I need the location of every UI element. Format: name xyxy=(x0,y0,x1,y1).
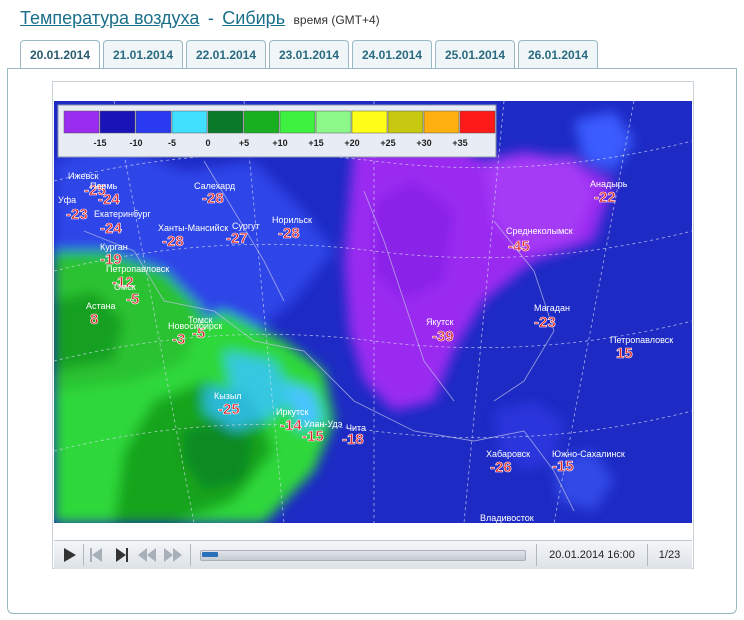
city-name: Анадырь xyxy=(590,179,628,189)
legend-swatch xyxy=(135,110,172,134)
legend-label: +25 xyxy=(380,138,395,148)
temperature-map: -15 -10 -5 0 +5 +10 +15 +20 +25 +30 +35 Ижевск -25… xyxy=(54,101,692,523)
tab-date[interactable]: 26.01.2014 xyxy=(518,40,598,68)
city-temperature: -26 xyxy=(490,459,512,476)
city-temperature: -28 xyxy=(278,225,300,242)
city-temperature: -15 xyxy=(552,458,574,475)
city-name: Петропавловск xyxy=(610,335,673,345)
legend-label: +20 xyxy=(344,138,359,148)
progress-fill xyxy=(202,552,218,557)
region-link[interactable]: Сибирь xyxy=(222,8,285,28)
city-temperature: 8 xyxy=(90,311,98,328)
frame-counter: 1/23 xyxy=(658,549,681,561)
city-temperature: -23 xyxy=(66,206,88,223)
city-name: Якутск xyxy=(426,317,454,327)
legend-swatch xyxy=(387,110,424,134)
city-name: Новосибирск xyxy=(168,321,222,331)
play-icon[interactable] xyxy=(58,545,80,565)
city-name: Магадан xyxy=(534,303,570,313)
legend-swatch xyxy=(243,110,280,134)
legend-swatch xyxy=(423,110,460,134)
legend-label: +30 xyxy=(416,138,431,148)
city-temperature: -23 xyxy=(534,314,556,331)
title-link[interactable]: Температура воздуха xyxy=(20,8,199,28)
city-name: Кызыл xyxy=(214,391,242,401)
legend-swatch xyxy=(63,110,100,134)
city-temperature: -24 xyxy=(100,220,122,237)
legend-label: +10 xyxy=(272,138,287,148)
current-datetime: 20.01.2014 16:00 xyxy=(549,549,635,561)
city-temperature: 15 xyxy=(616,345,633,362)
legend-swatch xyxy=(315,110,352,134)
legend-swatch xyxy=(99,110,136,134)
city-name: Ижевск xyxy=(68,171,99,181)
city-temperature: -27 xyxy=(226,230,248,247)
city-name: Среднеколымск xyxy=(506,226,573,236)
city-temperature: -25 xyxy=(218,401,240,418)
legend-swatch xyxy=(351,110,388,134)
city-temperature: -18 xyxy=(342,431,364,448)
city-name: Петропавловск xyxy=(106,264,169,274)
legend-label: -15 xyxy=(93,138,106,148)
rewind-icon[interactable] xyxy=(136,545,158,565)
tab-date[interactable]: 20.01.2014 xyxy=(20,40,100,70)
city-temperature: -45 xyxy=(508,238,530,255)
city-name: Пермь xyxy=(90,181,118,191)
city-temperature: -3 xyxy=(172,331,185,348)
city-name: Норильск xyxy=(272,215,312,225)
tab-date[interactable]: 25.01.2014 xyxy=(435,40,515,68)
animation-controls: 20.01.2014 16:00 1/23 xyxy=(54,540,692,569)
city-name: Хабаровск xyxy=(486,449,530,459)
step-back-icon[interactable] xyxy=(86,545,108,565)
divider xyxy=(190,544,191,566)
tab-date[interactable]: 21.01.2014 xyxy=(103,40,183,68)
divider xyxy=(83,544,84,566)
legend-label: +35 xyxy=(452,138,467,148)
progress-bar[interactable] xyxy=(200,550,526,561)
legend-swatch xyxy=(459,110,496,134)
step-forward-icon[interactable] xyxy=(110,545,132,565)
legend-label: -5 xyxy=(168,138,176,148)
legend-label: -10 xyxy=(129,138,142,148)
city-name: Астана xyxy=(86,301,116,311)
city-temperature: -28 xyxy=(202,190,224,207)
city-name: Ханты-Мансийск xyxy=(158,223,228,233)
legend-label: 0 xyxy=(205,138,210,148)
city-name: Уфа xyxy=(58,195,76,205)
city-name: Владивосток xyxy=(480,513,534,523)
tab-date[interactable]: 24.01.2014 xyxy=(352,40,432,68)
tab-date[interactable]: 23.01.2014 xyxy=(269,40,349,68)
map-canvas: -15 -10 -5 0 +5 +10 +15 +20 +25 +30 +35 Ижевск -25… xyxy=(54,101,692,523)
legend-label: +15 xyxy=(308,138,323,148)
city-temperature: -22 xyxy=(594,189,616,206)
city-temperature: -5 xyxy=(126,291,139,308)
city-name: Иркутск xyxy=(276,407,309,417)
city-temperature: -15 xyxy=(302,428,324,445)
city-temperature: -14 xyxy=(280,417,302,434)
legend-swatch xyxy=(207,110,244,134)
legend-box: -15 -10 -5 0 +5 +10 +15 +20 +25 +30 +35 xyxy=(57,104,497,158)
legend-label: +5 xyxy=(239,138,249,148)
city-temperature: -28 xyxy=(162,233,184,250)
city-name: Екатеринбург xyxy=(94,209,151,219)
city-temperature: -24 xyxy=(98,191,120,208)
tab-date[interactable]: 22.01.2014 xyxy=(186,40,266,68)
city-temperature: -39 xyxy=(432,328,454,345)
legend-swatch xyxy=(171,110,208,134)
timezone-label: время (GMT+4) xyxy=(293,13,380,27)
title-separator: - xyxy=(207,8,214,28)
legend-swatch xyxy=(279,110,316,134)
page-header: Температура воздуха - Сибирь время (GMT+… xyxy=(20,8,380,32)
fast-forward-icon[interactable] xyxy=(162,545,184,565)
